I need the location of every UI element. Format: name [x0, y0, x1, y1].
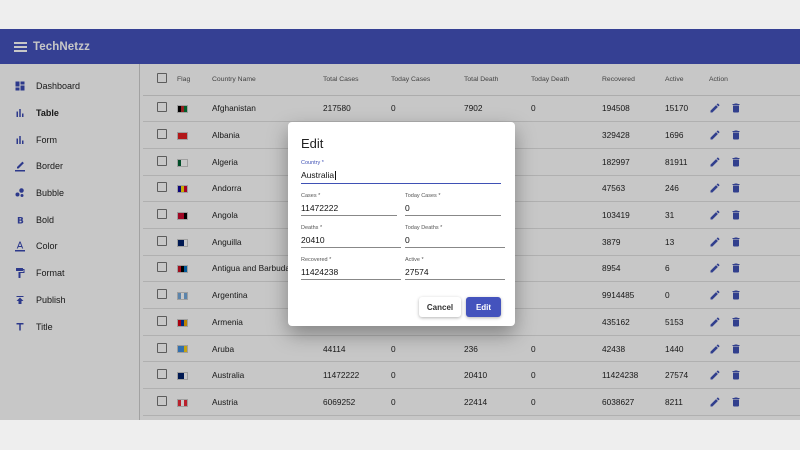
- dialog-title: Edit: [301, 136, 324, 151]
- today-cases-field-label: Today Cases *: [405, 193, 441, 199]
- cases-field-label: Cases *: [301, 193, 321, 199]
- today-cases-field[interactable]: Today Cases * 0: [405, 193, 501, 216]
- deaths-field-label: Deaths *: [301, 225, 323, 231]
- recovered-field-label: Recovered *: [301, 257, 332, 263]
- cancel-button[interactable]: Cancel: [419, 297, 461, 317]
- edit-dialog: Edit Country * Australia Cases * 1147222…: [288, 122, 515, 326]
- country-field-value: Australia: [301, 170, 335, 180]
- today-deaths-field-value: 0: [405, 235, 410, 245]
- deaths-field-underline: [301, 247, 401, 248]
- recovered-field[interactable]: Recovered * 11424238: [301, 257, 401, 280]
- today-deaths-field[interactable]: Today Deaths * 0: [405, 225, 505, 248]
- today-cases-field-underline: [405, 215, 501, 216]
- active-field-label: Active *: [405, 257, 424, 263]
- country-field-underline: [301, 182, 501, 184]
- country-field-label: Country *: [301, 160, 324, 166]
- deaths-field-value: 20410: [301, 235, 325, 245]
- country-field[interactable]: Country * Australia: [301, 160, 501, 184]
- active-field-value: 27574: [405, 267, 429, 277]
- active-field-underline: [405, 279, 505, 280]
- text-caret: [335, 171, 337, 181]
- today-deaths-field-label: Today Deaths *: [405, 225, 443, 231]
- edit-button[interactable]: Edit: [466, 297, 501, 317]
- cases-field-value: 11472222: [301, 203, 339, 213]
- today-cases-field-value: 0: [405, 203, 410, 213]
- active-field[interactable]: Active * 27574: [405, 257, 505, 280]
- recovered-field-value: 11424238: [301, 267, 339, 277]
- cases-field-underline: [301, 215, 397, 216]
- bottom-strip: [0, 420, 800, 450]
- deaths-field[interactable]: Deaths * 20410: [301, 225, 401, 248]
- today-deaths-field-underline: [405, 247, 505, 248]
- cases-field[interactable]: Cases * 11472222: [301, 193, 397, 216]
- recovered-field-underline: [301, 279, 401, 280]
